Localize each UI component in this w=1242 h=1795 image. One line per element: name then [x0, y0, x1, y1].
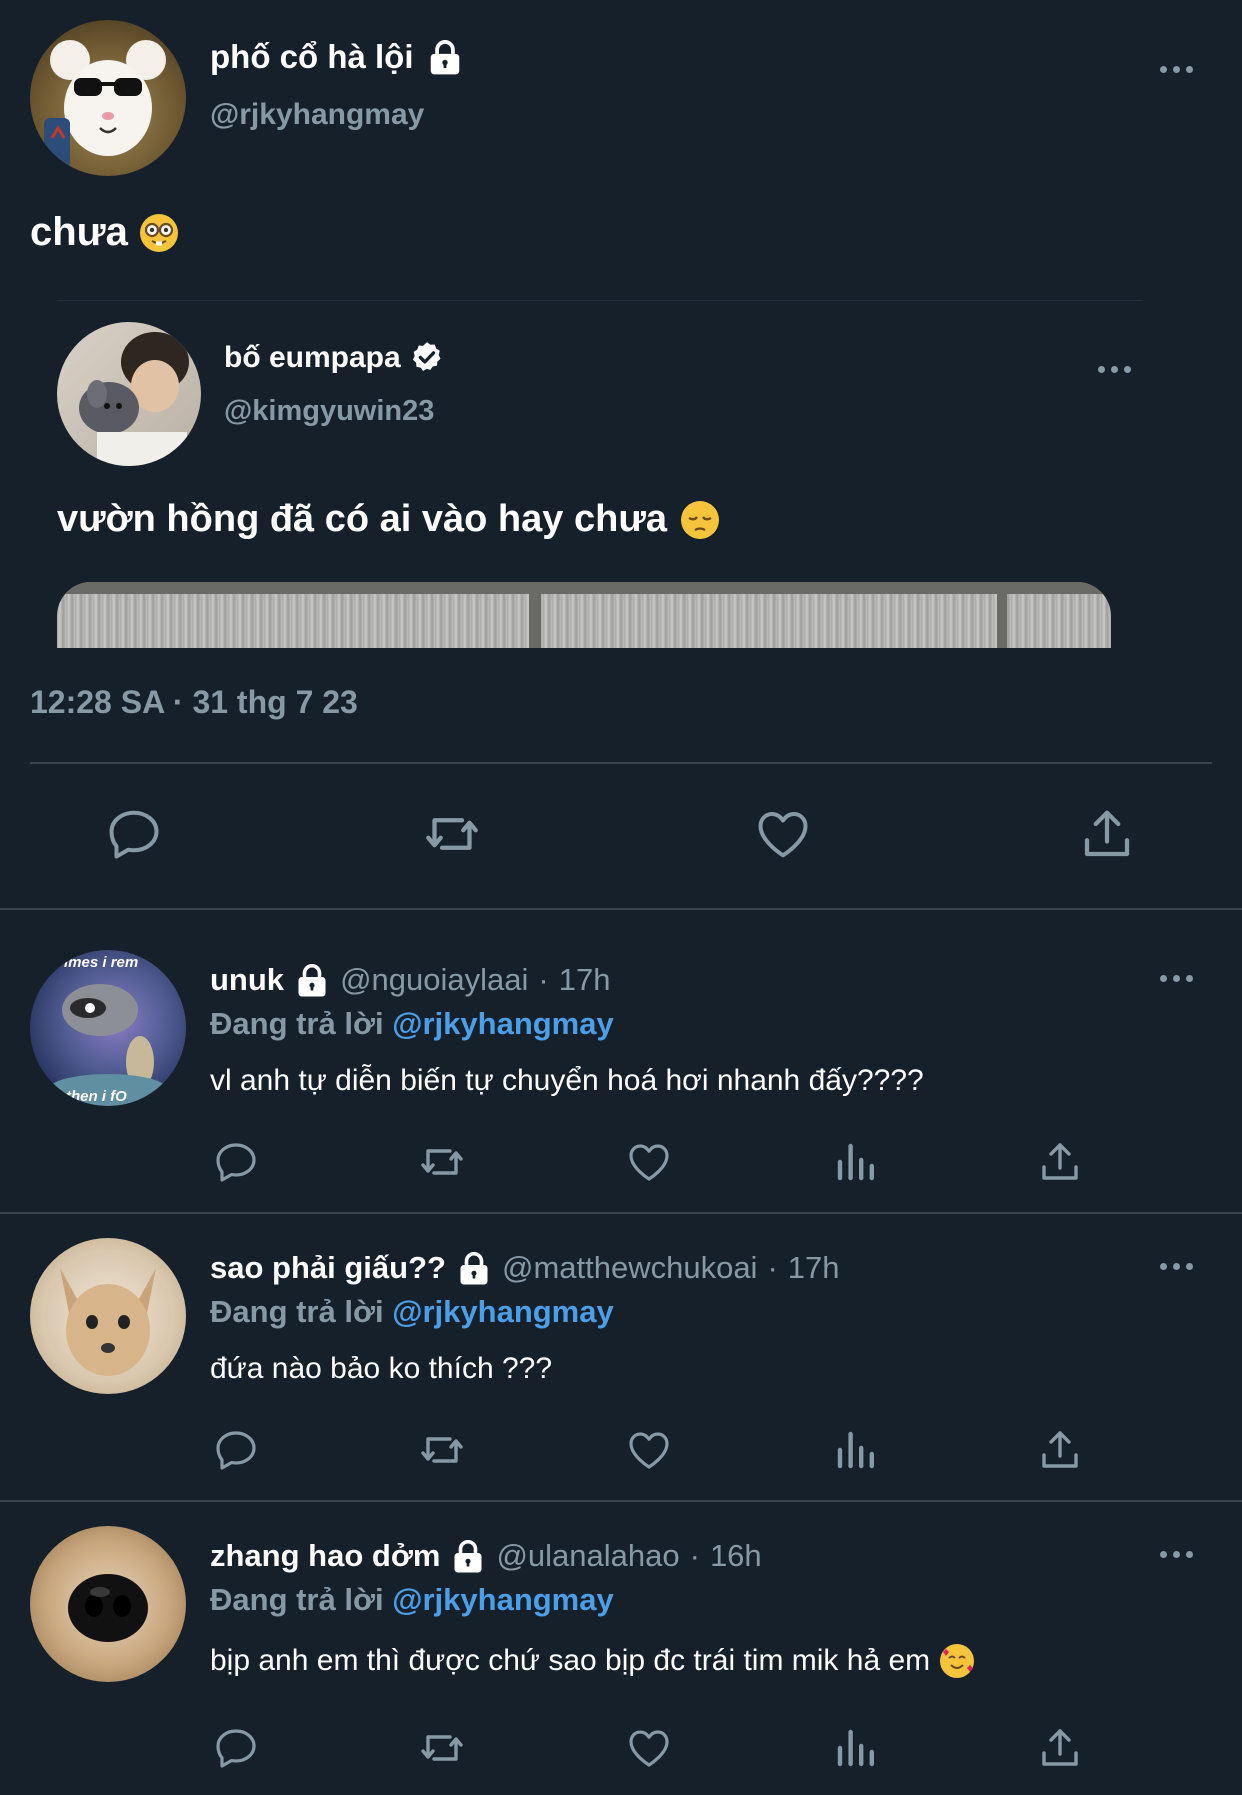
main-author-name-row[interactable]: phố cổ hà lội — [210, 38, 464, 76]
reply-author-name[interactable]: unuk — [210, 962, 284, 998]
reply-author-name[interactable]: zhang hao dởm — [210, 1538, 440, 1574]
like-icon[interactable] — [753, 804, 813, 864]
reply-more-icon[interactable] — [1160, 1551, 1193, 1558]
section-divider — [0, 908, 1242, 910]
reply-header: zhang hao dởm @ulanalahao · 16h — [210, 1538, 762, 1574]
main-tweet-text-row: chưa — [30, 210, 178, 255]
replying-to-mention[interactable]: @rjkyhangmay — [392, 1582, 613, 1617]
reply-text: bịp anh em thì được chứ sao bịp đc trái … — [210, 1644, 931, 1677]
lock-icon — [294, 962, 330, 998]
reply-avatar[interactable] — [30, 1238, 186, 1394]
quote-top-border — [57, 300, 1142, 301]
main-author-handle[interactable]: @rjkyhangmay — [210, 98, 424, 132]
share-icon[interactable] — [1036, 1138, 1084, 1186]
dog-nose-avatar-art — [68, 1574, 148, 1642]
nerd-face-emoji — [139, 213, 178, 252]
reply-time[interactable]: 17h — [788, 1250, 840, 1286]
quoted-tweet-text: vườn hồng đã có ai vào hay chưa — [57, 498, 667, 540]
retweet-icon[interactable] — [422, 804, 482, 864]
reply-author-handle[interactable]: @nguoiaylaai — [340, 962, 528, 998]
quoted-author-avatar[interactable] — [57, 322, 201, 466]
main-author-avatar[interactable] — [30, 20, 186, 176]
retweet-icon[interactable] — [418, 1724, 466, 1772]
raccoon-meme-avatar-art — [48, 984, 168, 1106]
reply-author-name[interactable]: sao phải giấu?? — [210, 1250, 446, 1286]
avatar-caption-top: imes i rem — [64, 954, 139, 971]
reply-divider — [0, 1212, 1242, 1214]
quoted-media-image[interactable] — [57, 582, 1111, 648]
avatar-caption-bottom: then i fO — [66, 1088, 127, 1105]
reply-text: đứa nào bảo ko thích ??? — [210, 1352, 553, 1385]
retweet-icon[interactable] — [418, 1426, 466, 1474]
reply-icon[interactable] — [212, 1724, 260, 1772]
like-icon[interactable] — [625, 1426, 673, 1474]
reply-time[interactable]: 17h — [559, 962, 611, 998]
main-tweet-timestamp[interactable]: 12:28 SA · 31 thg 7 23 — [30, 684, 358, 721]
main-tweet-text: chưa — [30, 210, 128, 254]
reply-icon[interactable] — [212, 1138, 260, 1186]
reply-more-icon[interactable] — [1160, 975, 1193, 982]
reply-avatar[interactable] — [30, 1526, 186, 1682]
lock-icon — [450, 1538, 486, 1574]
reply-author-handle[interactable]: @ulanalahao — [496, 1538, 679, 1574]
reply-time[interactable]: 16h — [710, 1538, 762, 1574]
main-more-icon[interactable] — [1160, 66, 1193, 73]
reply-header: sao phải giấu?? @matthewchukoai · 17h — [210, 1250, 840, 1286]
reply-header: unuk @nguoiaylaai · 17h — [210, 962, 611, 998]
main-author-name: phố cổ hà lội — [210, 38, 414, 75]
reply-text-row: bịp anh em thì được chứ sao bịp đc trái … — [210, 1644, 975, 1678]
pensive-face-emoji — [680, 500, 719, 539]
replying-to-mention[interactable]: @rjkyhangmay — [392, 1006, 613, 1041]
quoted-author-handle[interactable]: @kimgyuwin23 — [224, 395, 434, 428]
reply-divider — [0, 1500, 1242, 1502]
reply-more-icon[interactable] — [1160, 1263, 1193, 1270]
lock-icon — [426, 38, 464, 76]
replying-to-line: Đang trả lời @rjkyhangmay — [210, 1294, 614, 1329]
quoted-author-name: bố eumpapa — [224, 341, 401, 374]
mouse-sunglasses-avatar-art — [44, 40, 166, 168]
lock-icon — [456, 1250, 492, 1286]
views-icon[interactable] — [832, 1138, 880, 1186]
replying-to-line: Đang trả lời @rjkyhangmay — [210, 1006, 614, 1041]
quoted-tweet-text-row: vườn hồng đã có ai vào hay chưa — [57, 498, 719, 541]
chihuahua-avatar-art — [60, 1268, 156, 1376]
person-with-dog-avatar-art — [79, 332, 189, 466]
quoted-more-icon[interactable] — [1098, 366, 1131, 373]
views-icon[interactable] — [832, 1724, 880, 1772]
reply-avatar[interactable]: imes i rem then i fO — [30, 950, 186, 1106]
replying-to-line: Đang trả lời @rjkyhangmay — [210, 1582, 614, 1617]
share-icon[interactable] — [1036, 1426, 1084, 1474]
reply-icon[interactable] — [104, 804, 164, 864]
timestamp-divider — [30, 762, 1212, 764]
reply-text: vl anh tự diễn biến tự chuyển hoá hơi nh… — [210, 1064, 924, 1097]
like-icon[interactable] — [625, 1138, 673, 1186]
quoted-author-name-row[interactable]: bố eumpapa — [224, 340, 445, 376]
like-icon[interactable] — [625, 1724, 673, 1772]
retweet-icon[interactable] — [418, 1138, 466, 1186]
reply-icon[interactable] — [212, 1426, 260, 1474]
smiling-face-with-hearts-emoji — [940, 1644, 975, 1678]
share-icon[interactable] — [1036, 1724, 1084, 1772]
reply-author-handle[interactable]: @matthewchukoai — [502, 1250, 757, 1286]
views-icon[interactable] — [832, 1426, 880, 1474]
verified-icon — [412, 342, 441, 372]
share-icon[interactable] — [1077, 804, 1137, 864]
replying-to-mention[interactable]: @rjkyhangmay — [392, 1294, 613, 1329]
